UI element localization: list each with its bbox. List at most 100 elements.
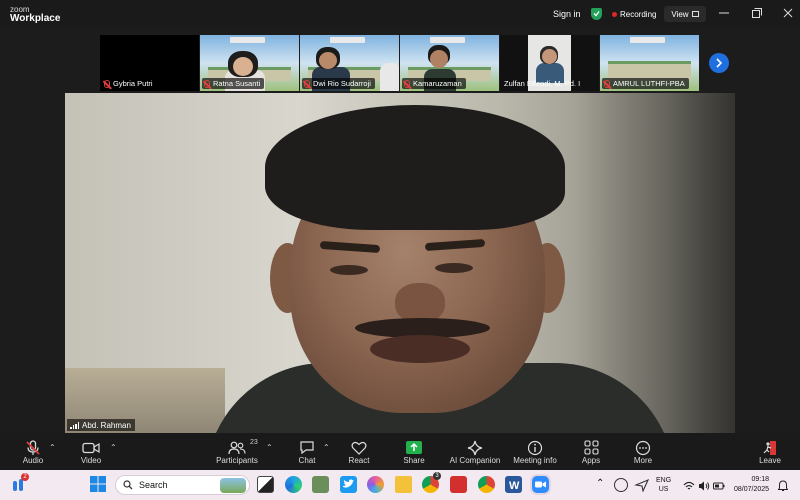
info-icon (527, 439, 543, 456)
widgets-badge: 2 (21, 473, 29, 481)
participant-thumbnail-strip: Gybria Putri Ratna Susanti Dwi Rio Sudar… (100, 35, 700, 91)
acrobat-reader-icon[interactable] (450, 476, 467, 493)
banner-image (630, 37, 665, 43)
share-button[interactable]: Share (400, 439, 428, 469)
apps-grid-icon (583, 439, 599, 456)
participant-tile[interactable]: Ratna Susanti (200, 35, 299, 91)
participants-icon: 23 (228, 439, 258, 456)
logo-line2: Workplace (10, 13, 61, 24)
audio-button[interactable]: Audio (20, 439, 46, 469)
restore-icon[interactable] (750, 6, 764, 20)
participants-button[interactable]: 23 Participants (215, 439, 259, 469)
participant-name: Kamaruzaman (413, 79, 462, 88)
participants-options-caret-icon[interactable]: ⌃ (266, 443, 273, 452)
participant-tile[interactable]: AMRUL LUTHFI-PBA (600, 35, 699, 91)
participant-name: Ratna Susanti (213, 79, 261, 88)
video-button[interactable]: Video (78, 439, 104, 469)
meeting-info-button[interactable]: Meeting info (511, 439, 559, 469)
system-clock[interactable]: 09:18 08/07/2025 (734, 475, 769, 495)
wifi-icon[interactable] (683, 479, 695, 491)
clock-time: 09:18 (751, 476, 770, 483)
speaker-right-eye (435, 263, 473, 273)
participants-label: Participants (216, 456, 258, 465)
file-explorer-icon[interactable] (395, 476, 412, 493)
speaker-volume-icon[interactable] (698, 479, 710, 491)
search-placeholder: Search (139, 480, 168, 490)
participant-name-tag: Dwi Rio Sudarroji (302, 78, 375, 89)
grid-view-icon (691, 11, 699, 17)
recording-dot-icon (612, 12, 617, 17)
chat-options-caret-icon[interactable]: ⌃ (323, 443, 330, 452)
zoom-meeting-window: zoom Workplace Sign in Recording View Gy… (0, 0, 800, 500)
location-icon[interactable] (634, 478, 650, 493)
leave-label: Leave (759, 456, 781, 465)
chrome-browser-icon[interactable]: 3 (422, 472, 441, 493)
more-button[interactable]: More (630, 439, 656, 469)
audio-options-caret-icon[interactable]: ⌃ (49, 443, 56, 452)
mic-muted-icon (204, 79, 210, 88)
windows-start-icon[interactable] (90, 476, 107, 493)
onedrive-icon[interactable] (614, 478, 628, 492)
edge-browser-icon[interactable] (285, 476, 302, 493)
participant-count: 23 (250, 439, 258, 446)
sign-in-button[interactable]: Sign in (553, 9, 581, 19)
participant-tile[interactable]: Gybria Putri (100, 35, 199, 91)
video-camera-icon (82, 439, 100, 456)
participant-face (319, 52, 337, 69)
active-speaker-video[interactable]: Abd. Rahman (65, 93, 735, 433)
audio-label: Audio (22, 456, 44, 465)
participant-tile[interactable]: Zulfan Effendi, M. Pd. I (500, 35, 599, 91)
zoom-app-icon[interactable] (532, 476, 549, 493)
leave-door-icon (763, 439, 777, 456)
speaker-name: Abd. Rahman (82, 420, 131, 430)
speaker-mouth (370, 335, 470, 363)
video-options-caret-icon[interactable]: ⌃ (110, 443, 117, 452)
mic-muted-icon (604, 79, 610, 88)
chrome-profile-icon[interactable] (478, 476, 495, 493)
participant-tile[interactable]: Kamaruzaman (400, 35, 499, 91)
ai-companion-button[interactable]: AI Companion (448, 439, 502, 469)
participant-tile[interactable]: Dwi Rio Sudarroji (300, 35, 399, 91)
task-view-icon[interactable] (257, 476, 274, 493)
more-label: More (633, 456, 653, 465)
meeting-info-label: Meeting info (513, 456, 557, 465)
participant-name-tag: AMRUL LUTHFI-PBA (602, 78, 689, 89)
apps-label: Apps (581, 456, 601, 465)
video-label: Video (80, 456, 102, 465)
view-button[interactable]: View (664, 6, 706, 22)
mic-muted-icon (404, 79, 410, 88)
more-dots-icon (635, 439, 651, 456)
show-hidden-icons-chevron-icon[interactable]: ⌃ (596, 478, 604, 489)
apps-button[interactable]: Apps (578, 439, 604, 469)
input-language-indicator[interactable]: ENG US (656, 476, 671, 494)
next-page-button[interactable] (709, 53, 729, 73)
chat-bubble-icon (299, 439, 315, 456)
copilot-icon[interactable] (367, 476, 384, 493)
word-icon[interactable]: W (505, 476, 522, 493)
sparkle-icon (467, 439, 483, 456)
taskbar-search-box[interactable]: Search (115, 475, 250, 495)
search-highlight-image (220, 478, 246, 493)
photos-app-icon[interactable] (312, 476, 329, 493)
close-icon[interactable] (781, 6, 795, 20)
encryption-shield-icon[interactable] (591, 8, 602, 20)
view-label: View (671, 9, 689, 19)
participant-face (542, 49, 557, 64)
mic-muted-icon (304, 79, 310, 88)
leave-button[interactable]: Leave (757, 439, 783, 469)
windows-taskbar: 2 Search 3 W ⌃ ENG US 09:18 08/07/2025 (0, 470, 800, 500)
meeting-controls-bar: Audio ⌃ Video ⌃ 23 Participants ⌃ Chat ⌃ (0, 433, 800, 470)
minimize-icon[interactable] (717, 6, 731, 20)
chevron-right-icon (716, 58, 723, 68)
notification-bell-icon[interactable] (777, 479, 789, 491)
recording-indicator[interactable]: Recording (612, 8, 656, 21)
battery-icon[interactable] (713, 479, 725, 491)
twitter-icon[interactable] (340, 476, 357, 493)
react-button[interactable]: React (346, 439, 372, 469)
chat-label: Chat (298, 456, 316, 465)
mic-muted-icon (25, 439, 41, 456)
participant-name-tag: Zulfan Effendi, M. Pd. I (502, 78, 584, 89)
widgets-icon[interactable]: 2 (12, 473, 29, 493)
chat-button[interactable]: Chat (294, 439, 320, 469)
zoom-logo: zoom Workplace (10, 5, 61, 24)
